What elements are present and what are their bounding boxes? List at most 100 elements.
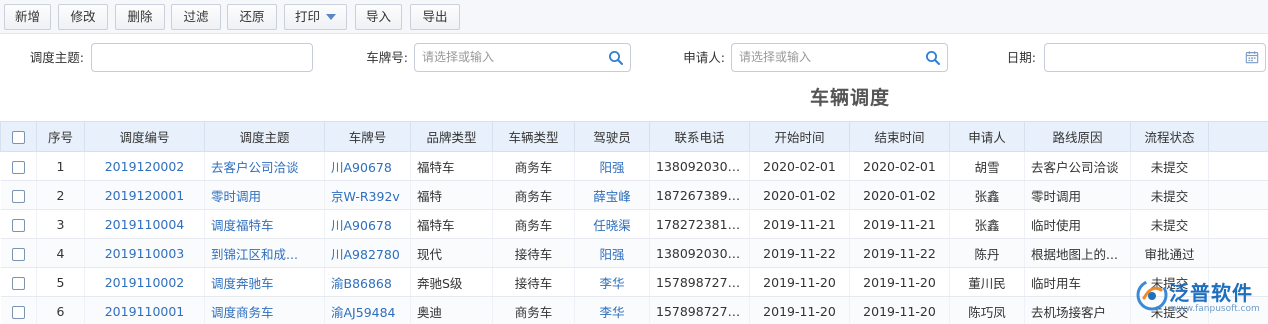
row-filler <box>1208 238 1268 268</box>
dispatch-number-cell[interactable]: 2019110004 <box>84 209 205 239</box>
row-select-cell[interactable] <box>0 267 37 297</box>
plate-placeholder: 请选择或输入 <box>422 50 495 64</box>
driver-cell[interactable]: 阳强 <box>574 238 650 268</box>
applicant-input[interactable]: 请选择或输入 <box>731 43 948 72</box>
row-select-cell[interactable] <box>0 238 37 268</box>
plate-number-cell[interactable]: 川A90678 <box>324 209 411 239</box>
report-title: 车辆调度 <box>809 87 890 109</box>
filter-bar: 调度主题: 车牌号: 请选择或输入 申请人: 请选择或输入 日期: <box>0 43 1268 73</box>
row-filler <box>1208 209 1268 239</box>
add-button[interactable]: 新增 <box>4 4 51 30</box>
dispatch-number-cell[interactable]: 2019110003 <box>84 238 205 268</box>
plate-input[interactable]: 请选择或输入 <box>414 43 631 72</box>
subject-label: 调度主题: <box>29 50 84 65</box>
dispatch-subject-cell[interactable]: 调度福特车 <box>204 209 325 239</box>
end-time-cell: 2019-11-22 <box>849 238 950 268</box>
subject-input[interactable] <box>91 43 313 72</box>
row-select-cell[interactable] <box>0 180 37 210</box>
driver-cell[interactable]: 阳强 <box>574 151 650 181</box>
applicant-cell: 张鑫 <box>949 180 1025 210</box>
start-time-cell: 2020-02-01 <box>749 151 850 181</box>
route-reason-cell: 零时调用 <box>1024 180 1131 210</box>
edit-button[interactable]: 修改 <box>58 4 108 30</box>
phone-cell: 13809203094 <box>649 151 750 181</box>
dispatch-number-cell[interactable]: 2019120001 <box>84 180 205 210</box>
print-dropdown-button[interactable]: 打印 <box>284 4 347 30</box>
row-select-cell[interactable] <box>0 151 37 181</box>
row-select-cell[interactable] <box>0 296 37 324</box>
row-checkbox[interactable] <box>11 218 25 232</box>
row-checkbox[interactable] <box>11 160 25 174</box>
route-reason-cell: 临时使用 <box>1024 209 1131 239</box>
driver-cell[interactable]: 任晓渠 <box>574 209 650 239</box>
dispatch-number-cell[interactable]: 2019110002 <box>84 267 205 297</box>
column-header[interactable]: 驾驶员 <box>574 121 650 152</box>
applicant-placeholder: 请选择或输入 <box>739 50 812 64</box>
export-button[interactable]: 导出 <box>410 4 460 30</box>
search-icon[interactable] <box>925 50 941 66</box>
process-status-cell: 未提交 <box>1130 209 1209 239</box>
driver-cell[interactable]: 薛宝峰 <box>574 180 650 210</box>
dispatch-number-cell[interactable]: 2019120002 <box>84 151 205 181</box>
plate-number-cell[interactable]: 渝AJ59484 <box>324 296 411 324</box>
column-header[interactable]: 调度编号 <box>84 121 205 152</box>
column-header[interactable]: 开始时间 <box>749 121 850 152</box>
plate-number-cell[interactable]: 川A982780 <box>324 238 411 268</box>
date-input[interactable] <box>1044 43 1266 72</box>
column-header[interactable]: 调度主题 <box>204 121 325 152</box>
table-row[interactable]: 3 2019110004 调度福特车 川A90678 福特车 商务车 任晓渠 17827238… <box>0 209 1268 239</box>
table-row[interactable]: 1 2019120002 去客户公司洽谈 川A90678 福特车 商务车 阳强 1380920… <box>0 151 1268 181</box>
column-header[interactable]: 路线原因 <box>1024 121 1131 152</box>
column-header[interactable]: 联系电话 <box>649 121 750 152</box>
dispatch-subject-cell[interactable]: 到锦江区和成... <box>204 238 325 268</box>
brand-type-cell: 奥迪 <box>410 296 493 324</box>
brand-type-cell: 福特车 <box>410 209 493 239</box>
vehicle-type-cell: 商务车 <box>492 209 575 239</box>
dispatch-subject-cell[interactable]: 调度奔驰车 <box>204 267 325 297</box>
delete-button[interactable]: 删除 <box>115 4 165 30</box>
select-all-cell[interactable] <box>0 121 37 152</box>
row-checkbox[interactable] <box>11 305 25 319</box>
row-select-cell[interactable] <box>0 209 37 239</box>
calendar-icon[interactable] <box>1245 50 1259 64</box>
row-checkbox[interactable] <box>11 276 25 290</box>
table-row[interactable]: 5 2019110002 调度奔驰车 渝B86868 奔驰S级 接待车 李华 15789872… <box>0 267 1268 297</box>
column-header-filler <box>1208 121 1268 152</box>
end-time-cell: 2020-02-01 <box>849 151 950 181</box>
table-row[interactable]: 6 2019110001 调度商务车 渝AJ59484 奥迪 商务车 李华 157898727… <box>0 296 1268 324</box>
phone-cell: 17827238191 <box>649 209 750 239</box>
plate-number-cell[interactable]: 渝B86868 <box>324 267 411 297</box>
row-checkbox[interactable] <box>11 247 25 261</box>
plate-number-cell[interactable]: 京W-R392v <box>324 180 411 210</box>
driver-cell[interactable]: 李华 <box>574 267 650 297</box>
dispatch-subject-cell[interactable]: 去客户公司洽谈 <box>204 151 325 181</box>
dispatch-table: 序号 调度编号 调度主题 车牌号 品牌类型 车辆类型 驾驶员 联系电话 开始时间… <box>0 121 1268 324</box>
vehicle-type-cell: 商务车 <box>492 151 575 181</box>
dispatch-subject-cell[interactable]: 零时调用 <box>204 180 325 210</box>
driver-cell[interactable]: 李华 <box>574 296 650 324</box>
column-header[interactable]: 结束时间 <box>849 121 950 152</box>
search-icon[interactable] <box>608 50 624 66</box>
table-row[interactable]: 4 2019110003 到锦江区和成... 川A982780 现代 接待车 阳强 13809… <box>0 238 1268 268</box>
restore-button[interactable]: 还原 <box>227 4 277 30</box>
dispatch-number-cell[interactable]: 2019110001 <box>84 296 205 324</box>
column-header[interactable]: 流程状态 <box>1130 121 1209 152</box>
column-header[interactable]: 申请人 <box>949 121 1025 152</box>
row-checkbox[interactable] <box>11 189 25 203</box>
dispatch-subject-cell[interactable]: 调度商务车 <box>204 296 325 324</box>
import-button[interactable]: 导入 <box>355 4 402 30</box>
end-time-cell: 2019-11-20 <box>849 267 950 297</box>
select-all-checkbox[interactable] <box>12 131 25 144</box>
column-header[interactable]: 车辆类型 <box>492 121 575 152</box>
row-index-cell: 4 <box>36 238 85 268</box>
column-header[interactable]: 序号 <box>36 121 85 152</box>
row-index-cell: 2 <box>36 180 85 210</box>
column-header[interactable]: 品牌类型 <box>410 121 493 152</box>
vehicle-type-cell: 商务车 <box>492 296 575 324</box>
plate-number-cell[interactable]: 川A90678 <box>324 151 411 181</box>
table-row[interactable]: 2 2019120001 零时调用 京W-R392v 福特 商务车 薛宝峰 187267389… <box>0 180 1268 210</box>
row-index-cell: 6 <box>36 296 85 324</box>
start-time-cell: 2019-11-20 <box>749 267 850 297</box>
filter-button[interactable]: 过滤 <box>171 4 221 30</box>
column-header[interactable]: 车牌号 <box>324 121 411 152</box>
